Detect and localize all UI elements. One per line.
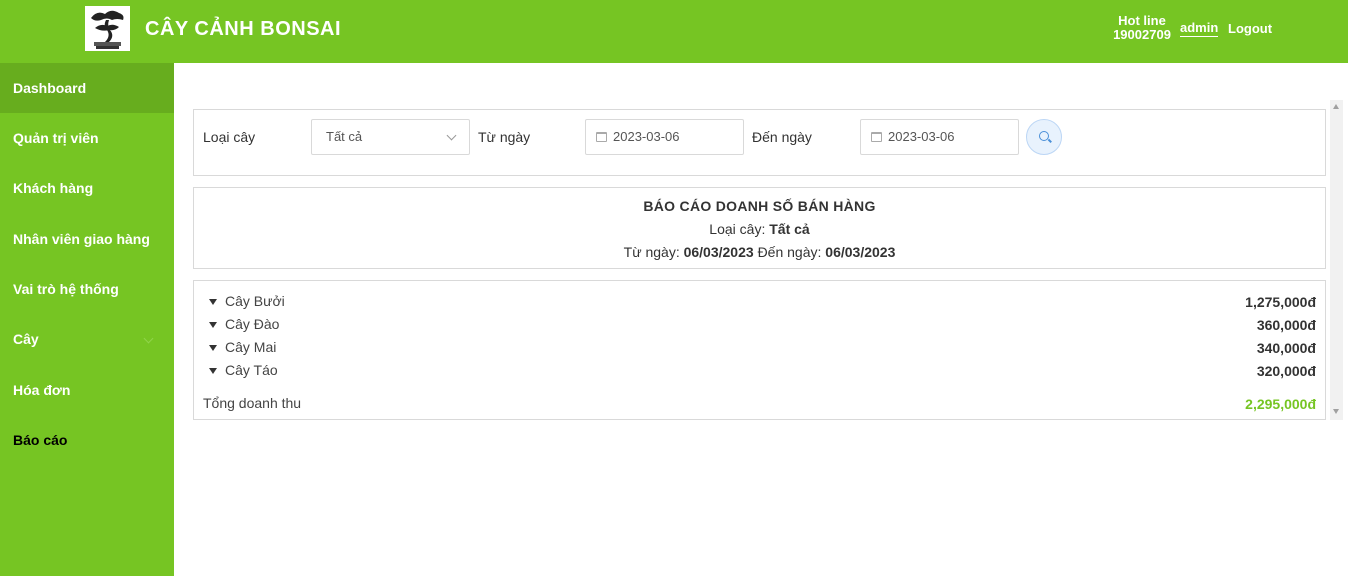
- caret-down-icon[interactable]: [209, 368, 217, 374]
- search-button[interactable]: [1026, 119, 1062, 155]
- caret-down-icon[interactable]: [209, 322, 217, 328]
- from-date-label: Từ ngày: [478, 129, 531, 145]
- sidebar-item-customers[interactable]: Khách hàng: [0, 163, 174, 213]
- top-header: CÂY CẢNH BONSAI Hot line 19002709 admin …: [0, 0, 1348, 63]
- sidebar-item-label: Cây: [13, 331, 39, 347]
- report-header: BÁO CÁO DOANH SỐ BÁN HÀNG Loại cây: Tất …: [193, 187, 1326, 269]
- sidebar-item-label: Quản trị viên: [13, 130, 99, 146]
- result-row[interactable]: Cây Mai 340,000đ: [194, 338, 1325, 361]
- from-date-input[interactable]: 2023-03-06: [585, 119, 744, 155]
- report-date-line: Từ ngày: 06/03/2023 Đến ngày: 06/03/2023: [623, 244, 896, 260]
- caret-down-icon[interactable]: [209, 299, 217, 305]
- result-row[interactable]: Cây Bưởi 1,275,000đ: [194, 292, 1325, 315]
- tree-type-label: Loại cây: [203, 129, 256, 145]
- tree-amount: 1,275,000đ: [1245, 294, 1316, 310]
- tree-name: Cây Bưởi: [225, 293, 285, 309]
- sidebar-item-label: Hóa đơn: [13, 382, 71, 398]
- sidebar-item-label: Nhân viên giao hàng: [13, 231, 150, 247]
- tree-name: Cây Mai: [225, 339, 277, 355]
- hotline: Hot line 19002709: [1112, 14, 1172, 42]
- result-row[interactable]: Cây Đào 360,000đ: [194, 315, 1325, 338]
- sidebar-item-label: Dashboard: [13, 80, 87, 96]
- report-from-value: 06/03/2023: [683, 244, 754, 260]
- sidebar-item-roles[interactable]: Vai trò hệ thống: [0, 264, 174, 314]
- chevron-down-icon: [446, 130, 457, 141]
- tree-name: Cây Táo: [225, 362, 278, 378]
- sidebar-item-trees[interactable]: Cây: [0, 314, 174, 364]
- scroll-down-arrow-icon[interactable]: [1333, 409, 1339, 414]
- report-type-value: Tất cả: [769, 221, 810, 237]
- caret-down-icon[interactable]: [209, 345, 217, 351]
- logout-link[interactable]: Logout: [1228, 21, 1272, 36]
- bonsai-logo[interactable]: [85, 6, 130, 51]
- sidebar-item-label: Khách hàng: [13, 180, 94, 196]
- vertical-scrollbar[interactable]: [1330, 100, 1343, 420]
- sidebar-item-label: Vai trò hệ thống: [13, 281, 119, 297]
- scroll-up-arrow-icon[interactable]: [1333, 104, 1339, 109]
- sidebar-item-admins[interactable]: Quản trị viên: [0, 113, 174, 163]
- chevron-down-icon: [143, 333, 154, 344]
- sidebar-item-shippers[interactable]: Nhân viên giao hàng: [0, 214, 174, 264]
- calendar-icon: [871, 132, 882, 142]
- tree-amount: 360,000đ: [1256, 317, 1316, 333]
- from-date-value: 2023-03-06: [613, 129, 680, 144]
- total-revenue-value: 2,295,000đ: [1245, 396, 1316, 412]
- sidebar-item-reports[interactable]: Báo cáo: [0, 415, 174, 465]
- sidebar-item-invoices[interactable]: Hóa đơn: [0, 365, 174, 415]
- sidebar: Dashboard Quản trị viên Khách hàng Nhân …: [0, 63, 174, 576]
- brand-title: CÂY CẢNH BONSAI: [145, 18, 342, 40]
- tree-amount: 340,000đ: [1256, 340, 1316, 356]
- to-date-value: 2023-03-06: [888, 129, 955, 144]
- calendar-icon: [596, 132, 607, 142]
- filter-panel: Loại cây Tất cả Từ ngày 2023-03-06 Đến n…: [193, 109, 1326, 176]
- report-type-line: Loại cây: Tất cả: [709, 221, 810, 237]
- sidebar-item-label: Báo cáo: [13, 432, 68, 448]
- hotline-label: Hot line: [1118, 13, 1166, 28]
- tree-name: Cây Đào: [225, 316, 280, 332]
- tree-amount: 320,000đ: [1256, 363, 1316, 379]
- admin-link[interactable]: admin: [1180, 20, 1219, 37]
- hotline-number: 19002709: [1113, 27, 1171, 42]
- result-row[interactable]: Cây Táo 320,000đ: [194, 361, 1325, 384]
- total-revenue-label: Tổng doanh thu: [203, 395, 302, 411]
- tree-type-value: Tất cả: [326, 129, 363, 144]
- tree-type-select[interactable]: Tất cả: [311, 119, 470, 155]
- to-date-label: Đến ngày: [752, 129, 812, 145]
- sidebar-item-dashboard[interactable]: Dashboard: [0, 63, 174, 113]
- to-date-input[interactable]: 2023-03-06: [860, 119, 1019, 155]
- report-title: BÁO CÁO DOANH SỐ BÁN HÀNG: [643, 198, 876, 214]
- report-to-value: 06/03/2023: [825, 244, 896, 260]
- sales-result-panel: Cây Bưởi 1,275,000đ Cây Đào 360,000đ Cây…: [193, 280, 1326, 420]
